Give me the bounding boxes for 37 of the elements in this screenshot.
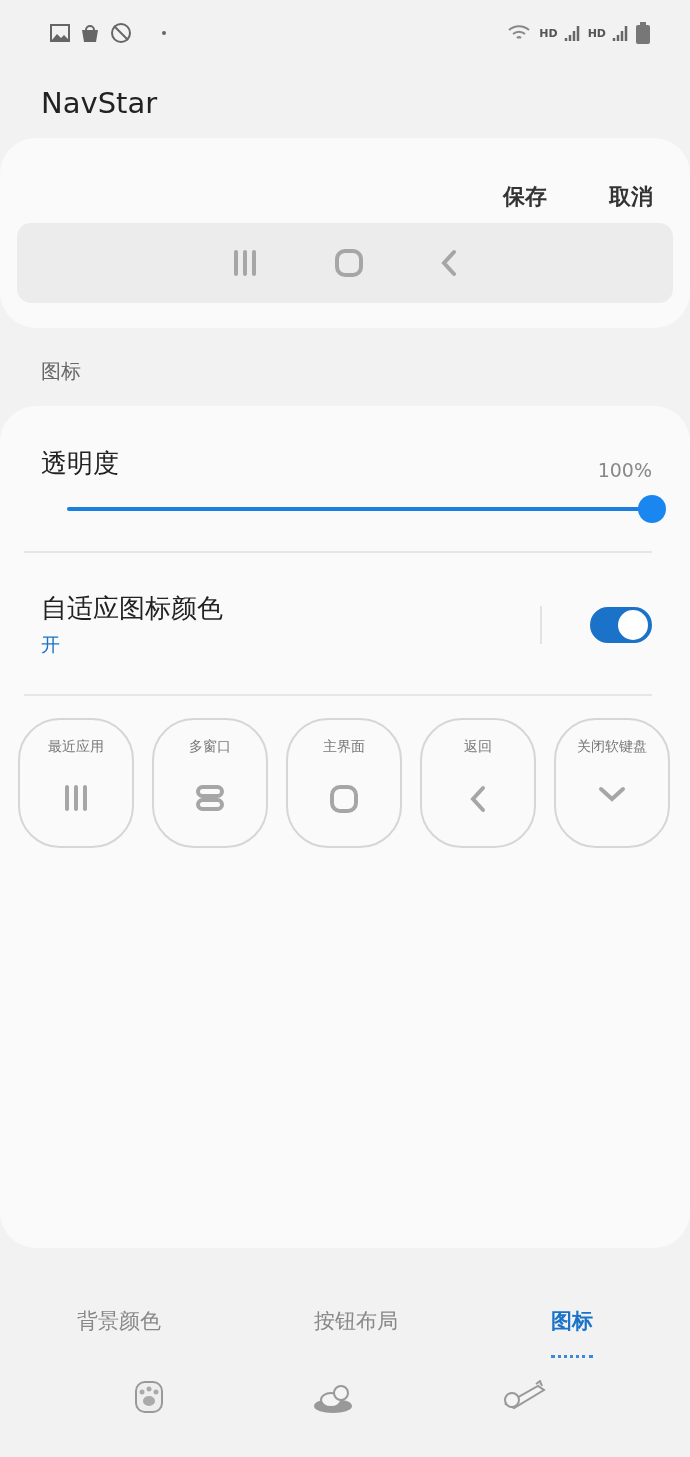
signal-icon	[563, 23, 582, 43]
nav-button-option[interactable]: 多窗口	[152, 718, 268, 848]
nav-button-option[interactable]: 关闭软键盘	[554, 718, 670, 848]
nav-button-option[interactable]: 最近应用	[18, 718, 134, 848]
slider-thumb[interactable]	[638, 495, 666, 523]
action-button[interactable]: 取消	[609, 170, 653, 223]
setting-label: 透明度	[41, 447, 119, 480]
network-type-label: HD	[539, 26, 558, 40]
paw-icon[interactable]	[134, 1380, 165, 1414]
dot-icon	[162, 31, 166, 35]
signal-icon	[612, 23, 630, 43]
back-icon	[439, 248, 459, 278]
nav-button-option[interactable]: 返回	[420, 718, 536, 848]
section-label: 图标	[40, 358, 82, 385]
action-button[interactable]: 保存	[503, 170, 547, 223]
battery-icon	[636, 22, 650, 44]
network-type-label: HD	[587, 26, 606, 40]
recent-apps-icon	[231, 249, 259, 277]
image-icon	[50, 24, 70, 42]
toggle-switch[interactable]	[590, 606, 652, 643]
shopping-bag-icon	[80, 23, 100, 43]
tab[interactable]: 背景颜色	[76, 1292, 161, 1358]
blocked-call-icon	[110, 22, 132, 44]
app-title: NavStar	[40, 85, 159, 122]
tab[interactable]: 图标	[551, 1292, 594, 1358]
tab[interactable]: 按钮布局	[314, 1292, 398, 1358]
multi-window-icon	[195, 784, 225, 812]
setting-label: 自适应图标颜色	[41, 593, 223, 623]
home-icon	[329, 784, 359, 814]
setting-status: 开	[41, 632, 61, 657]
back-icon	[468, 784, 488, 814]
home-icon	[334, 248, 364, 278]
chevron-down-icon	[597, 784, 627, 804]
recent-apps-icon	[62, 784, 90, 812]
slider-reading: 100%	[597, 459, 652, 481]
dog-icon[interactable]	[501, 1380, 546, 1410]
nav-button-option[interactable]: 主界面	[286, 718, 402, 848]
